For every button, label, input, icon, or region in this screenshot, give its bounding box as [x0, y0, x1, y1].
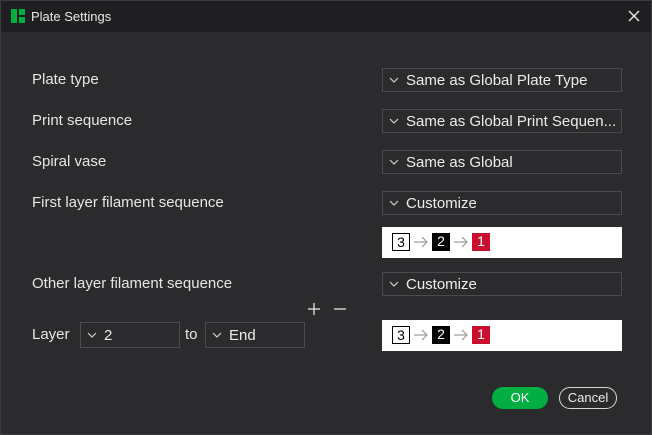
filament-chip-2[interactable]: 2: [432, 326, 450, 344]
close-icon[interactable]: [625, 7, 643, 25]
filament-chip-3[interactable]: 3: [392, 233, 410, 251]
filament-chip-1[interactable]: 1: [472, 326, 490, 344]
first-layer-sequence-editor[interactable]: 3 2 1: [382, 227, 622, 258]
filament-chip-1[interactable]: 1: [472, 233, 490, 251]
plate-settings-dialog: Plate Settings Plate type Same as Global…: [0, 0, 652, 435]
cancel-button[interactable]: Cancel: [559, 387, 617, 409]
other-layer-sequence-label: Other layer filament sequence: [32, 275, 233, 292]
arrow-right-icon: [454, 329, 468, 341]
filament-chip-2[interactable]: 2: [432, 233, 450, 251]
window-title: Plate Settings: [31, 9, 112, 24]
other-layer-sequence-value: Customize: [406, 276, 477, 293]
chevron-down-icon: [389, 118, 399, 124]
layer-from-select[interactable]: 2: [80, 322, 180, 348]
chevron-down-icon: [389, 200, 399, 206]
print-sequence-value: Same as Global Print Sequen...: [406, 113, 617, 130]
spiral-vase-value: Same as Global: [406, 154, 513, 171]
filament-chip-3[interactable]: 3: [392, 326, 410, 344]
spiral-vase-select[interactable]: Same as Global: [382, 150, 622, 174]
print-sequence-label: Print sequence: [32, 112, 133, 129]
arrow-right-icon: [454, 236, 468, 248]
plate-type-value: Same as Global Plate Type: [406, 72, 588, 89]
layer-to-select[interactable]: End: [205, 322, 305, 348]
layer-from-value: 2: [104, 327, 113, 344]
first-layer-sequence-label: First layer filament sequence: [32, 194, 224, 211]
other-layer-sequence-select[interactable]: Customize: [382, 272, 622, 296]
plate-type-label: Plate type: [32, 71, 99, 88]
layer-label: Layer: [32, 326, 70, 343]
bambu-studio-icon: [11, 9, 25, 23]
arrow-right-icon: [414, 236, 428, 248]
chevron-down-icon: [389, 281, 399, 287]
chevron-down-icon: [389, 77, 399, 83]
print-sequence-select[interactable]: Same as Global Print Sequen...: [382, 109, 622, 133]
chevron-down-icon: [389, 159, 399, 165]
minus-icon[interactable]: [332, 301, 348, 317]
first-layer-sequence-value: Customize: [406, 195, 477, 212]
plus-icon[interactable]: [306, 301, 322, 317]
plate-type-select[interactable]: Same as Global Plate Type: [382, 68, 622, 92]
spiral-vase-label: Spiral vase: [32, 153, 107, 170]
layer-to-label: to: [185, 326, 198, 343]
arrow-right-icon: [414, 329, 428, 341]
ok-button[interactable]: OK: [492, 387, 548, 409]
layer-to-value: End: [229, 327, 256, 344]
chevron-down-icon: [212, 332, 222, 338]
other-layer-sequence-editor[interactable]: 3 2 1: [382, 320, 622, 351]
title-bar: Plate Settings: [1, 1, 651, 32]
chevron-down-icon: [87, 332, 97, 338]
first-layer-sequence-select[interactable]: Customize: [382, 191, 622, 215]
